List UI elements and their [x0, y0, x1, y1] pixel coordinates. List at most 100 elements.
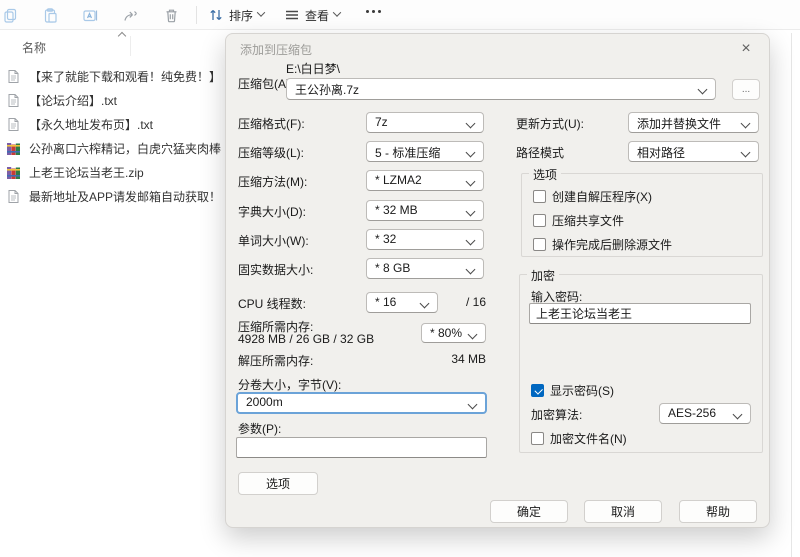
file-name: 上老王论坛当老王.zip — [29, 165, 144, 180]
archive-label: 压缩包(A) — [238, 77, 290, 91]
password-input[interactable] — [529, 303, 751, 324]
delete-after-checkbox-row[interactable]: 操作完成后删除源文件 — [533, 236, 672, 253]
word-size-value: * 32 — [375, 232, 397, 246]
delete-icon[interactable] — [163, 7, 180, 24]
path-mode-value: 相对路径 — [637, 146, 686, 160]
method-combobox[interactable]: * LZMA2 — [366, 170, 484, 191]
update-mode-value: 添加并替换文件 — [637, 117, 722, 131]
show-password-checkbox[interactable] — [531, 384, 544, 397]
archive-name-value: 王公孙离.7z — [295, 83, 360, 97]
text-file-icon — [8, 93, 19, 107]
view-label: 查看 — [305, 8, 330, 23]
dialog-title: 添加到压缩包 — [240, 43, 313, 57]
close-button[interactable]: × — [731, 37, 761, 61]
list-item[interactable]: 最新地址及APP请发邮箱自动获取！！！... — [6, 184, 222, 208]
update-mode-label: 更新方式(U): — [516, 117, 584, 131]
list-item[interactable]: 【论坛介绍】.txt — [6, 88, 222, 112]
sort-button[interactable]: 排序 — [208, 3, 266, 27]
browse-button[interactable]: ... — [732, 79, 760, 100]
sort-arrows-icon — [210, 10, 222, 20]
text-file-icon — [8, 117, 19, 131]
view-button[interactable]: 查看 — [284, 3, 342, 27]
dictionary-combobox[interactable]: * 32 MB — [366, 200, 484, 221]
encryption-method-combobox[interactable]: AES-256 — [659, 403, 751, 424]
options-button[interactable]: 选项 — [238, 472, 318, 495]
encryption-method-label: 加密算法: — [531, 408, 583, 422]
format-label: 压缩格式(F): — [238, 117, 305, 131]
word-size-combobox[interactable]: * 32 — [366, 229, 484, 250]
level-combobox[interactable]: 5 - 标准压缩 — [366, 141, 484, 162]
format-combobox[interactable]: 7z — [366, 112, 484, 133]
volume-size-label: 分卷大小，字节(V): — [238, 378, 342, 392]
decompress-memory-label: 解压所需内存: — [238, 354, 314, 368]
dictionary-value: * 32 MB — [375, 203, 418, 217]
sfx-checkbox[interactable] — [533, 190, 546, 203]
encrypt-filenames-checkbox[interactable] — [531, 432, 544, 445]
compress-memory-combobox[interactable]: * 80% — [421, 323, 486, 343]
toolbar-separator — [196, 6, 197, 24]
parameters-input[interactable] — [236, 437, 487, 458]
level-value: 5 - 标准压缩 — [375, 146, 441, 160]
dictionary-label: 字典大小(D): — [238, 205, 306, 219]
list-item[interactable]: 【永久地址发布页】.txt — [6, 112, 222, 136]
compress-memory-value: * 80% — [430, 326, 463, 340]
method-label: 压缩方法(M): — [238, 175, 308, 189]
help-button[interactable]: 帮助 — [679, 500, 757, 523]
cpu-threads-combobox[interactable]: * 16 — [366, 292, 438, 313]
sort-label: 排序 — [229, 8, 254, 23]
volume-size-combobox[interactable]: 2000m — [236, 392, 487, 414]
column-divider — [130, 36, 131, 56]
more-icon[interactable] — [366, 10, 381, 13]
encryption-group-title: 加密 — [527, 267, 560, 284]
file-name: 【永久地址发布页】.txt — [29, 117, 154, 132]
compress-memory-detail: 4928 MB / 26 GB / 32 GB — [238, 332, 375, 346]
decompress-memory-value: 34 MB — [451, 352, 486, 366]
sfx-checkbox-label: 创建自解压程序(X) — [552, 190, 652, 204]
copy-icon[interactable] — [2, 7, 19, 24]
show-password-checkbox-row[interactable]: 显示密码(S) — [531, 382, 614, 399]
column-header-name[interactable]: 名称 — [22, 39, 46, 56]
text-file-icon — [8, 69, 19, 83]
list-item[interactable]: 上老王论坛当老王.zip — [6, 160, 222, 184]
update-mode-combobox[interactable]: 添加并替换文件 — [628, 112, 759, 133]
word-size-label: 单词大小(W): — [238, 234, 309, 248]
format-value: 7z — [375, 115, 388, 129]
add-to-archive-dialog: 添加到压缩包 × 压缩包(A) E:\白日梦\ 王公孙离.7z ... 压缩格式… — [225, 33, 770, 528]
list-item[interactable]: 公孙离口六榨精记，白虎穴猛夹肉棒内射... — [6, 136, 222, 160]
cpu-threads-label: CPU 线程数: — [238, 297, 307, 311]
volume-size-value: 2000m — [246, 395, 283, 409]
shared-files-checkbox-row[interactable]: 压缩共享文件 — [533, 212, 624, 229]
view-lines-icon — [286, 10, 298, 20]
path-mode-combobox[interactable]: 相对路径 — [628, 141, 759, 162]
list-item[interactable]: 【来了就能下载和观看！纯免费！】.txt — [6, 64, 222, 88]
explorer-toolbar: 排序 查看 — [0, 0, 800, 30]
encrypt-filenames-checkbox-row[interactable]: 加密文件名(N) — [531, 430, 627, 447]
cpu-threads-max: / 16 — [465, 295, 486, 309]
solid-size-value: * 8 GB — [375, 261, 411, 275]
solid-size-label: 固实数据大小: — [238, 263, 314, 277]
archive-name-combobox[interactable]: 王公孙离.7z — [286, 78, 716, 100]
delete-after-checkbox[interactable] — [533, 238, 546, 251]
show-password-checkbox-label: 显示密码(S) — [550, 384, 614, 398]
ok-button[interactable]: 确定 — [490, 500, 568, 523]
shared-files-checkbox-label: 压缩共享文件 — [552, 214, 625, 228]
file-name: 公孙离口六榨精记，白虎穴猛夹肉棒内射... — [29, 141, 222, 156]
method-value: * LZMA2 — [375, 173, 422, 187]
options-group-title: 选项 — [529, 166, 562, 183]
cancel-button[interactable]: 取消 — [584, 500, 662, 523]
rename-icon[interactable] — [82, 7, 99, 24]
share-icon[interactable] — [122, 7, 139, 24]
archive-path: E:\白日梦\ — [286, 62, 341, 76]
paste-icon[interactable] — [42, 7, 59, 24]
path-mode-label: 路径模式 — [516, 146, 565, 160]
file-name: 最新地址及APP请发邮箱自动获取！！！... — [29, 189, 222, 204]
parameters-label: 参数(P): — [238, 422, 282, 436]
sort-ascending-icon — [117, 31, 127, 41]
file-name: 【论坛介绍】.txt — [29, 93, 118, 108]
winrar-archive-icon — [7, 166, 20, 179]
level-label: 压缩等级(L): — [238, 146, 305, 160]
shared-files-checkbox[interactable] — [533, 214, 546, 227]
chevron-down-icon — [256, 8, 266, 17]
solid-size-combobox[interactable]: * 8 GB — [366, 258, 484, 279]
sfx-checkbox-row[interactable]: 创建自解压程序(X) — [533, 188, 652, 205]
